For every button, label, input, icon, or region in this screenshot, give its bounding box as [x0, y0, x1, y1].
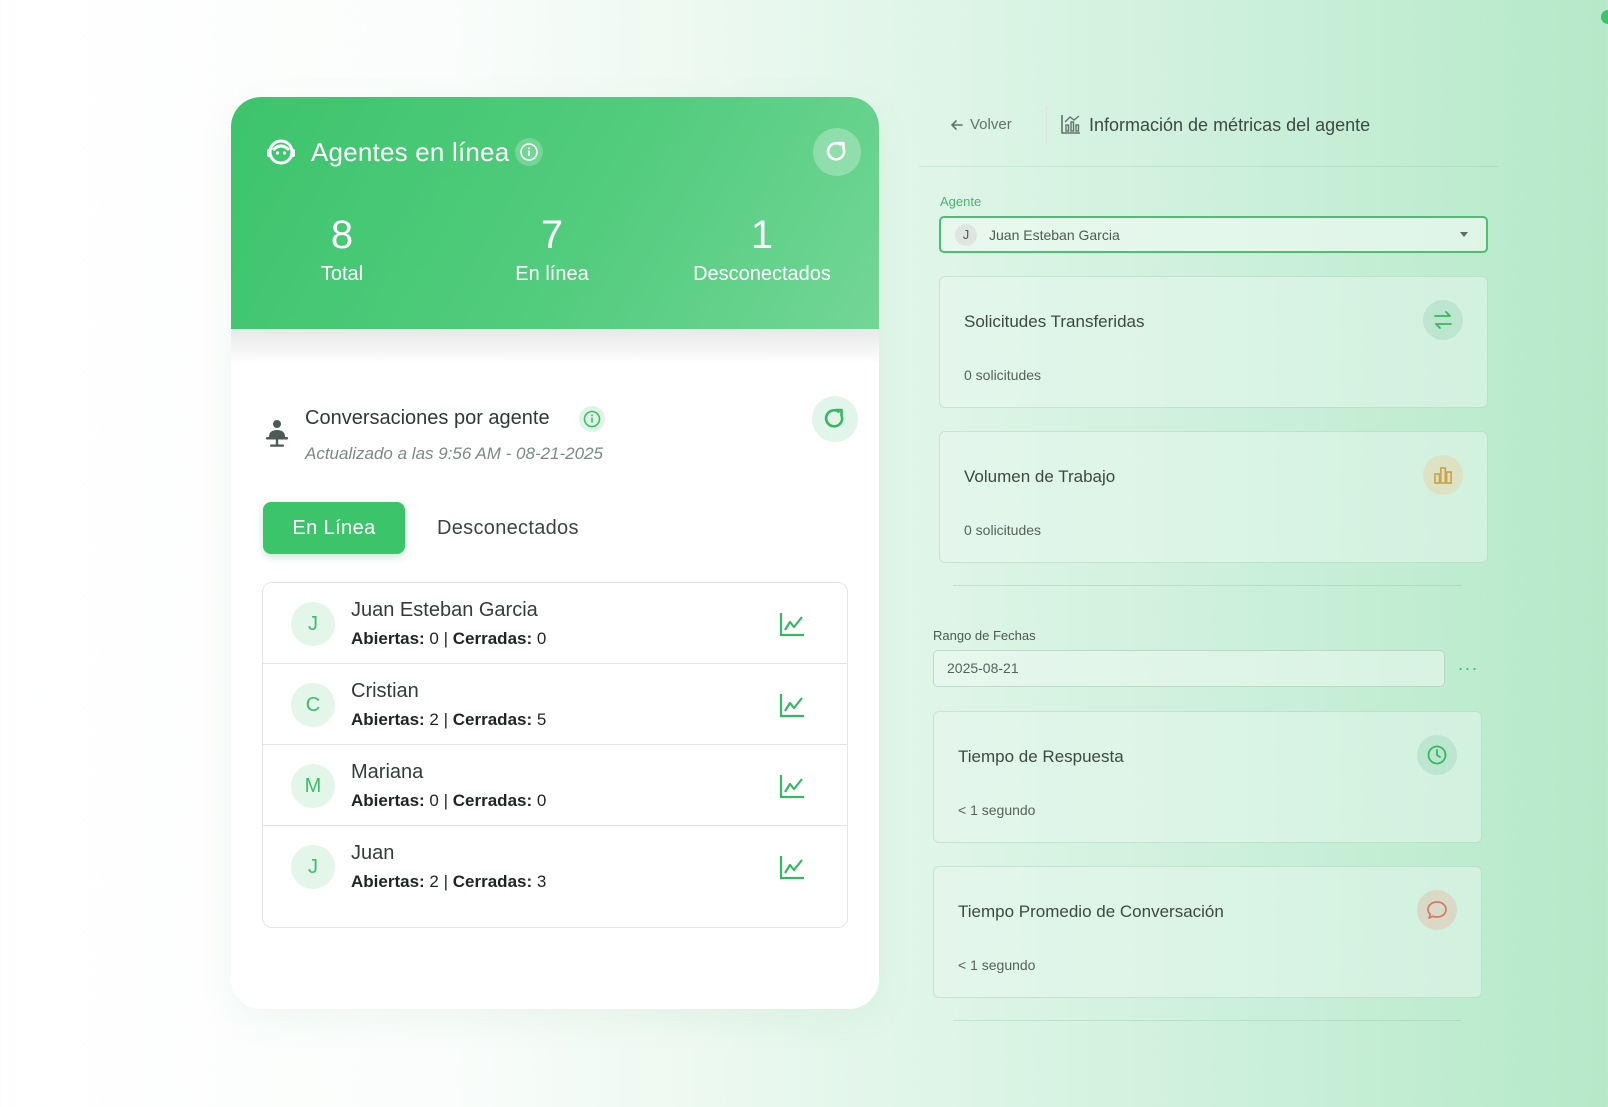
bar-chart-icon [1423, 455, 1463, 495]
open-label: Abiertas: [351, 710, 425, 729]
closed-label: Cerradas: [452, 710, 533, 729]
metric-value: 0 solicitudes [964, 522, 1042, 538]
open-count: 2 [429, 710, 439, 729]
metric-title: Volumen de Trabajo [964, 467, 1116, 486]
metric-card-transferred: Solicitudes Transferidas 0 solicitudes [939, 276, 1488, 408]
metric-title: Tiempo Promedio de Conversación [958, 902, 1224, 921]
back-label: Volver [970, 116, 1012, 133]
date-range-input[interactable]: 2025-08-21 [933, 650, 1445, 687]
closed-label: Cerradas: [452, 872, 533, 891]
tab-online[interactable]: En Línea [263, 502, 405, 554]
chat-bubble-icon [1417, 890, 1457, 930]
info-icon[interactable] [579, 406, 605, 432]
line-chart-icon[interactable] [777, 609, 807, 639]
stat-disconnected-value: 1 [750, 213, 774, 257]
avatar: M [291, 764, 335, 808]
agent-name: Mariana [351, 761, 424, 783]
agent-counts: Abiertas: 0 | Cerradas: 0 [351, 629, 547, 648]
online-agents-title: Agentes en línea [311, 137, 510, 167]
stat-disconnected-label: Desconectados [693, 263, 831, 285]
agent-select[interactable]: J Juan Esteban Garcia [939, 216, 1488, 253]
metric-card-avg-conversation: Tiempo Promedio de Conversación < 1 segu… [933, 866, 1482, 998]
header-shadow-strip [231, 329, 879, 363]
closed-count: 3 [536, 872, 547, 891]
agent-select-value: Juan Esteban Garcia [989, 227, 1120, 243]
list-item[interactable]: J Juan Esteban Garcia Abiertas: 0 | Cerr… [263, 583, 847, 664]
agents-card: Agentes en línea 8 Total 7 En línea 1 De… [231, 97, 879, 1009]
agent-name: Juan Esteban Garcia [351, 599, 538, 621]
section-divider [953, 1020, 1461, 1021]
metric-value: < 1 segundo [958, 802, 1036, 818]
open-label: Abiertas: [351, 872, 425, 891]
metrics-title: Información de métricas del agente [1089, 115, 1371, 135]
more-options-button[interactable]: ··· [1455, 656, 1481, 680]
agent-counts: Abiertas: 2 | Cerradas: 3 [351, 872, 547, 891]
line-chart-icon[interactable] [777, 852, 807, 882]
header-divider [1046, 106, 1047, 144]
agent-person-icon [261, 417, 293, 449]
list-item[interactable]: M Mariana Abiertas: 0 | Cerradas: 0 [263, 745, 847, 826]
agent-name: Juan [351, 842, 395, 864]
closed-label: Cerradas: [452, 629, 533, 648]
refresh-online-agents-button[interactable] [813, 128, 861, 176]
closed-label: Cerradas: [452, 791, 533, 810]
arrow-left-icon [951, 120, 963, 130]
line-chart-icon[interactable] [777, 771, 807, 801]
avatar: J [291, 845, 335, 889]
stat-total: 8 Total [237, 212, 447, 288]
refresh-icon [826, 141, 846, 161]
refresh-conversations-button[interactable] [812, 396, 858, 442]
avatar: C [291, 683, 335, 727]
metric-value: < 1 segundo [958, 957, 1036, 973]
metric-title: Solicitudes Transferidas [964, 312, 1145, 331]
info-icon[interactable] [515, 138, 543, 166]
stat-online-value: 7 [540, 213, 564, 257]
last-updated-text: Actualizado a las 9:56 AM - 08-21-2025 [305, 444, 603, 463]
closed-count: 5 [536, 710, 547, 729]
open-count: 2 [429, 872, 439, 891]
metric-title: Tiempo de Respuesta [958, 747, 1124, 766]
agent-name: Cristian [351, 680, 419, 702]
header-underline [919, 166, 1499, 167]
stat-disconnected: 1 Desconectados [657, 212, 867, 288]
status-dot [1601, 10, 1608, 24]
analytics-icon [1060, 113, 1082, 135]
open-label: Abiertas: [351, 629, 425, 648]
caret-down-icon [1460, 232, 1468, 237]
closed-count: 0 [536, 629, 547, 648]
support-agent-icon [264, 135, 298, 169]
agent-counts: Abiertas: 2 | Cerradas: 5 [351, 710, 547, 729]
closed-count: 0 [536, 791, 547, 810]
online-agents-header: Agentes en línea 8 Total 7 En línea 1 De… [231, 97, 879, 329]
open-count: 0 [429, 791, 439, 810]
list-item[interactable]: J Juan Abiertas: 2 | Cerradas: 3 [263, 826, 847, 907]
avatar: J [291, 602, 335, 646]
metric-card-response-time: Tiempo de Respuesta < 1 segundo [933, 711, 1482, 843]
date-range-label: Rango de Fechas [933, 628, 1036, 643]
stat-total-label: Total [320, 263, 364, 285]
agent-list: J Juan Esteban Garcia Abiertas: 0 | Cerr… [262, 582, 848, 928]
avatar: J [955, 224, 977, 246]
clock-icon [1417, 735, 1457, 775]
section-divider [953, 585, 1461, 586]
stat-total-value: 8 [330, 213, 354, 257]
tab-disconnected[interactable]: Desconectados [437, 502, 579, 554]
open-count: 0 [429, 629, 439, 648]
agent-counts: Abiertas: 0 | Cerradas: 0 [351, 791, 547, 810]
back-button[interactable]: Volver [950, 112, 1012, 138]
line-chart-icon[interactable] [777, 690, 807, 720]
stat-online-label: En línea [515, 263, 589, 285]
agent-select-label: Agente [940, 194, 982, 209]
transfer-icon [1423, 300, 1463, 340]
metric-value: 0 solicitudes [964, 367, 1042, 383]
list-item[interactable]: C Cristian Abiertas: 2 | Cerradas: 5 [263, 664, 847, 745]
refresh-icon [824, 408, 844, 428]
open-label: Abiertas: [351, 791, 425, 810]
conversations-title: Conversaciones por agente [305, 407, 550, 429]
stat-online: 7 En línea [447, 212, 657, 288]
metric-card-workload: Volumen de Trabajo 0 solicitudes [939, 431, 1488, 563]
